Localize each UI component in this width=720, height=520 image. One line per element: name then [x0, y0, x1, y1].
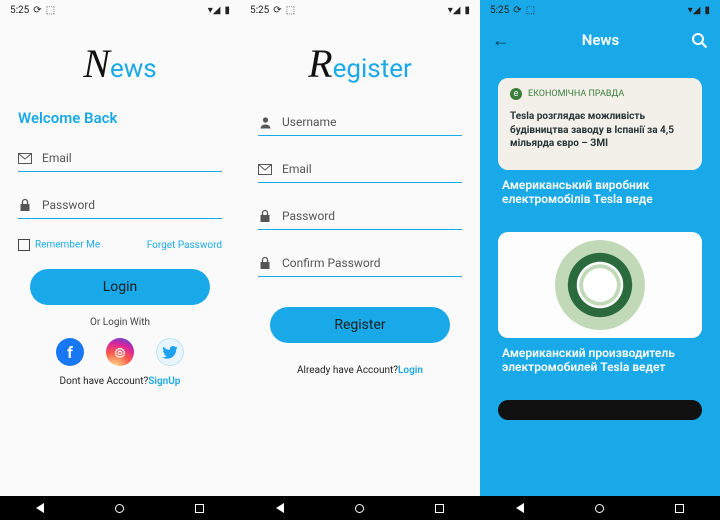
status-time: 5:25	[10, 5, 29, 16]
lock-icon	[258, 256, 272, 270]
or-login-with: Or Login With	[18, 317, 222, 328]
card-image	[498, 232, 702, 338]
android-nav	[0, 496, 240, 520]
nav-back-icon[interactable]	[36, 503, 44, 513]
password-field[interactable]: Password	[258, 203, 462, 230]
nav-recent-icon[interactable]	[195, 504, 204, 513]
card-caption: Американский производитель электромобиле…	[498, 338, 702, 374]
news-screen: 5:25⟳⬚ ▾◢▮ ← News eЕКОНОМІЧНА ПРАВДА Tes…	[480, 0, 720, 520]
status-bar: 5:25⟳⬚ ▾◢▮	[0, 0, 240, 20]
social-row: f ◎	[18, 338, 222, 366]
footer-text: Already have Account?Login	[258, 365, 462, 376]
email-field[interactable]: Email	[18, 145, 222, 172]
nav-back-icon[interactable]	[276, 503, 284, 513]
email-icon	[258, 162, 272, 176]
login-button[interactable]: Login	[30, 269, 210, 305]
app-logo-text: News	[18, 40, 222, 87]
instagram-icon[interactable]: ◎	[106, 338, 134, 366]
nav-home-icon[interactable]	[595, 504, 604, 513]
status-time: 5:25	[250, 5, 269, 16]
news-card[interactable]: Американский производитель электромобиле…	[490, 224, 710, 382]
confirm-password-field[interactable]: Confirm Password	[258, 250, 462, 277]
password-field[interactable]: Password	[18, 192, 222, 219]
password-placeholder: Password	[42, 198, 95, 212]
remember-checkbox[interactable]	[18, 239, 30, 251]
twitter-icon[interactable]	[156, 338, 184, 366]
card-caption: Американський виробник електромобілів Te…	[498, 170, 702, 206]
username-field[interactable]: Username	[258, 109, 462, 136]
login-link[interactable]: Login	[398, 365, 423, 376]
password-placeholder: Password	[282, 209, 335, 223]
back-icon[interactable]: ←	[492, 30, 510, 51]
email-field[interactable]: Email	[258, 156, 462, 183]
confirm-placeholder: Confirm Password	[282, 256, 381, 270]
user-icon	[258, 115, 272, 129]
status-bar: 5:25⟳⬚ ▾◢▮	[480, 0, 720, 20]
status-time: 5:25	[490, 5, 509, 16]
app-bar: ← News	[480, 20, 720, 60]
news-card[interactable]	[490, 392, 710, 428]
lock-icon	[18, 198, 32, 212]
source-rosette-icon	[555, 240, 645, 330]
nav-recent-icon[interactable]	[675, 504, 684, 513]
email-placeholder: Email	[282, 162, 312, 176]
source-logo-icon: e	[510, 88, 522, 100]
username-placeholder: Username	[282, 115, 336, 129]
page-title: News	[582, 31, 619, 49]
nav-home-icon[interactable]	[355, 504, 364, 513]
register-title: Register	[258, 40, 462, 87]
email-placeholder: Email	[42, 151, 72, 165]
signup-link[interactable]: SignUp	[148, 376, 180, 387]
source-label: eЕКОНОМІЧНА ПРАВДА	[510, 88, 690, 100]
register-screen: 5:25⟳⬚ ▾◢▮ Register Username Email Passw…	[240, 0, 480, 520]
register-button[interactable]: Register	[270, 307, 450, 343]
status-bar: 5:25⟳⬚ ▾◢▮	[240, 0, 480, 20]
lock-icon	[258, 209, 272, 223]
nav-back-icon[interactable]	[516, 503, 524, 513]
nav-recent-icon[interactable]	[435, 504, 444, 513]
card-headline: Tesla розглядає можливість будівництва з…	[510, 110, 690, 151]
news-list[interactable]: eЕКОНОМІЧНА ПРАВДА Tesla розглядає можли…	[480, 60, 720, 496]
facebook-icon[interactable]: f	[56, 338, 84, 366]
nav-home-icon[interactable]	[115, 504, 124, 513]
email-icon	[18, 151, 32, 165]
news-card[interactable]: eЕКОНОМІЧНА ПРАВДА Tesla розглядає можли…	[490, 70, 710, 214]
android-nav	[480, 496, 720, 520]
remember-me[interactable]: Remember Me	[18, 239, 100, 251]
login-screen: 5:25⟳⬚ ▾◢▮ News Welcome Back Email Passw…	[0, 0, 240, 520]
android-nav	[240, 496, 480, 520]
welcome-heading: Welcome Back	[18, 109, 222, 127]
forgot-password-link[interactable]: Forget Password	[147, 240, 222, 251]
search-icon[interactable]	[691, 32, 708, 49]
footer-text: Dont have Account?SignUp	[18, 376, 222, 387]
